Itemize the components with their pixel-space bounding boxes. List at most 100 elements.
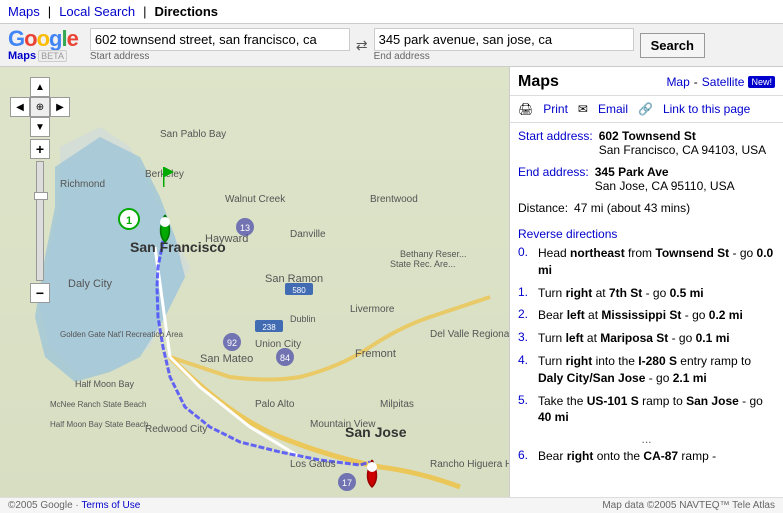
svg-text:84: 84: [280, 353, 290, 363]
step-row-6: 6. Bear right onto the CA-87 ramp -: [518, 448, 775, 465]
search-bar: Google Maps BETA Start address ⇄ End add…: [0, 24, 783, 67]
panel-tools: 🖨 Print ✉ Email 🔗 Link to this page: [510, 96, 783, 123]
svg-text:Half Moon Bay State Beach: Half Moon Bay State Beach: [50, 420, 148, 429]
nav-separator2: |: [143, 4, 146, 19]
svg-text:580: 580: [292, 286, 306, 295]
svg-text:Fremont: Fremont: [355, 348, 396, 360]
svg-text:Daly City: Daly City: [68, 278, 113, 290]
map-area[interactable]: San Francisco Daly City San Mateo San Ra…: [0, 67, 510, 497]
satellite-view-link[interactable]: Satellite: [702, 75, 745, 89]
svg-text:Danville: Danville: [290, 229, 326, 240]
svg-text:92: 92: [227, 338, 237, 348]
nav-separator: |: [48, 4, 51, 19]
map-svg: San Francisco Daly City San Mateo San Ra…: [0, 67, 510, 497]
zoom-out-button[interactable]: −: [30, 283, 50, 303]
svg-text:1: 1: [126, 215, 132, 227]
svg-text:Rancho Higuera Historical Park: Rancho Higuera Historical Park: [430, 459, 510, 470]
distance-row: Distance: 47 mi (about 43 mins): [518, 201, 775, 215]
svg-text:San Mateo: San Mateo: [200, 353, 253, 365]
steps-ellipsis: ...: [518, 432, 775, 446]
step-row-1: 1. Turn right at 7th St - go 0.5 mi: [518, 285, 775, 302]
end-address-input[interactable]: [374, 28, 634, 51]
svg-text:Mountain View: Mountain View: [310, 419, 376, 430]
step-6-link[interactable]: 6.: [518, 448, 532, 462]
svg-text:Del Valle Regional Park: Del Valle Regional Park: [430, 329, 510, 340]
end-address-link[interactable]: End address:: [518, 165, 589, 193]
directions-steps: 0. Head northeast from Townsend St - go …: [510, 245, 783, 465]
end-address-group: End address: [374, 28, 634, 62]
step-5-text: Take the US-101 S ramp to San Jose - go …: [538, 393, 775, 427]
svg-text:Half Moon Bay: Half Moon Bay: [75, 379, 135, 389]
link-to-page-link[interactable]: Link to this page: [663, 102, 750, 116]
svg-text:Bethany Reser...: Bethany Reser...: [400, 249, 467, 259]
map-controls: ▲ ◀ ⊕ ▶ ▼ + −: [10, 77, 70, 303]
step-row-0: 0. Head northeast from Townsend St - go …: [518, 245, 775, 279]
panel-title: Maps: [518, 73, 559, 91]
pan-down-button[interactable]: ▼: [30, 117, 50, 137]
email-link[interactable]: Email: [598, 102, 628, 116]
start-address-input[interactable]: [90, 28, 350, 51]
start-address-row: Start address: 602 Townsend St San Franc…: [518, 129, 775, 157]
step-row-5: 5. Take the US-101 S ramp to San Jose - …: [518, 393, 775, 427]
zoom-slider[interactable]: [34, 192, 48, 200]
svg-text:Milpitas: Milpitas: [380, 399, 414, 410]
step-2-link[interactable]: 2.: [518, 307, 532, 321]
svg-text:Redwood City: Redwood City: [145, 424, 207, 435]
svg-text:Union City: Union City: [255, 339, 301, 350]
svg-text:13: 13: [240, 223, 250, 233]
step-5-link[interactable]: 5.: [518, 393, 532, 407]
start-address-link[interactable]: Start address:: [518, 129, 593, 157]
step-row-3: 3. Turn left at Mariposa St - go 0.1 mi: [518, 330, 775, 347]
beta-badge: BETA: [38, 50, 67, 62]
end-address-label: End address: [374, 51, 634, 62]
step-row-4: 4. Turn right into the I-280 S entry ram…: [518, 353, 775, 387]
step-row-2: 2. Bear left at Mississippi St - go 0.2 …: [518, 307, 775, 324]
pan-right-button[interactable]: ▶: [50, 97, 70, 117]
svg-text:McNee Ranch State Beach: McNee Ranch State Beach: [50, 400, 147, 409]
svg-text:Walnut Creek: Walnut Creek: [225, 194, 286, 205]
pan-left-button[interactable]: ◀: [10, 97, 30, 117]
swap-directions-icon[interactable]: ⇄: [356, 37, 368, 54]
pan-controls: ▲ ◀ ⊕ ▶ ▼: [10, 77, 70, 137]
local-search-nav-link[interactable]: Local Search: [59, 4, 135, 19]
svg-text:State Rec. Are...: State Rec. Are...: [390, 259, 456, 269]
reverse-directions-link[interactable]: Reverse directions: [518, 227, 775, 241]
right-panel: Maps Map - Satellite New! 🖨 Print ✉ Emai…: [510, 67, 783, 497]
print-link[interactable]: Print: [543, 102, 568, 116]
search-button[interactable]: Search: [640, 33, 705, 58]
svg-text:Dublin: Dublin: [290, 314, 316, 324]
distance-label: Distance:: [518, 201, 568, 215]
svg-text:Brentwood: Brentwood: [370, 194, 418, 205]
step-1-text: Turn right at 7th St - go 0.5 mi: [538, 285, 704, 302]
top-nav: Maps | Local Search | Directions: [0, 0, 783, 24]
pan-center-button[interactable]: ⊕: [30, 97, 50, 117]
footer-map-data: Map data ©2005 NAVTEQ™ Tele Atlas: [602, 500, 775, 511]
start-address-label: Start address: [90, 51, 350, 62]
svg-text:Livermore: Livermore: [350, 304, 395, 315]
step-4-text: Turn right into the I-280 S entry ramp t…: [538, 353, 775, 387]
zoom-bar[interactable]: [36, 161, 44, 281]
logo-area: Google Maps BETA: [8, 28, 78, 62]
svg-text:Golden Gate Nat'l Recreation A: Golden Gate Nat'l Recreation Area: [60, 330, 183, 339]
end-address-row: End address: 345 Park Ave San Jose, CA 9…: [518, 165, 775, 193]
maps-logo-text: Maps: [8, 50, 36, 62]
main-area: San Francisco Daly City San Mateo San Ra…: [0, 67, 783, 497]
terms-link[interactable]: Terms of Use: [81, 500, 140, 511]
map-view-link[interactable]: Map: [666, 75, 689, 89]
svg-text:San Pablo Bay: San Pablo Bay: [160, 129, 226, 140]
address-info: Start address: 602 Townsend St San Franc…: [510, 123, 783, 225]
map-type-separator: -: [694, 75, 698, 89]
step-3-link[interactable]: 3.: [518, 330, 532, 344]
svg-text:Los Gatos: Los Gatos: [290, 459, 336, 470]
step-2-text: Bear left at Mississippi St - go 0.2 mi: [538, 307, 743, 324]
step-0-link[interactable]: 0.: [518, 245, 532, 259]
step-4-link[interactable]: 4.: [518, 353, 532, 367]
end-address-value: 345 Park Ave San Jose, CA 95110, USA: [595, 165, 735, 193]
step-0-text: Head northeast from Townsend St - go 0.0…: [538, 245, 775, 279]
zoom-in-button[interactable]: +: [30, 139, 50, 159]
directions-nav-label: Directions: [154, 4, 218, 19]
step-1-link[interactable]: 1.: [518, 285, 532, 299]
link-icon: 🔗: [638, 102, 653, 116]
pan-up-button[interactable]: ▲: [30, 77, 50, 97]
maps-nav-link[interactable]: Maps: [8, 4, 40, 19]
